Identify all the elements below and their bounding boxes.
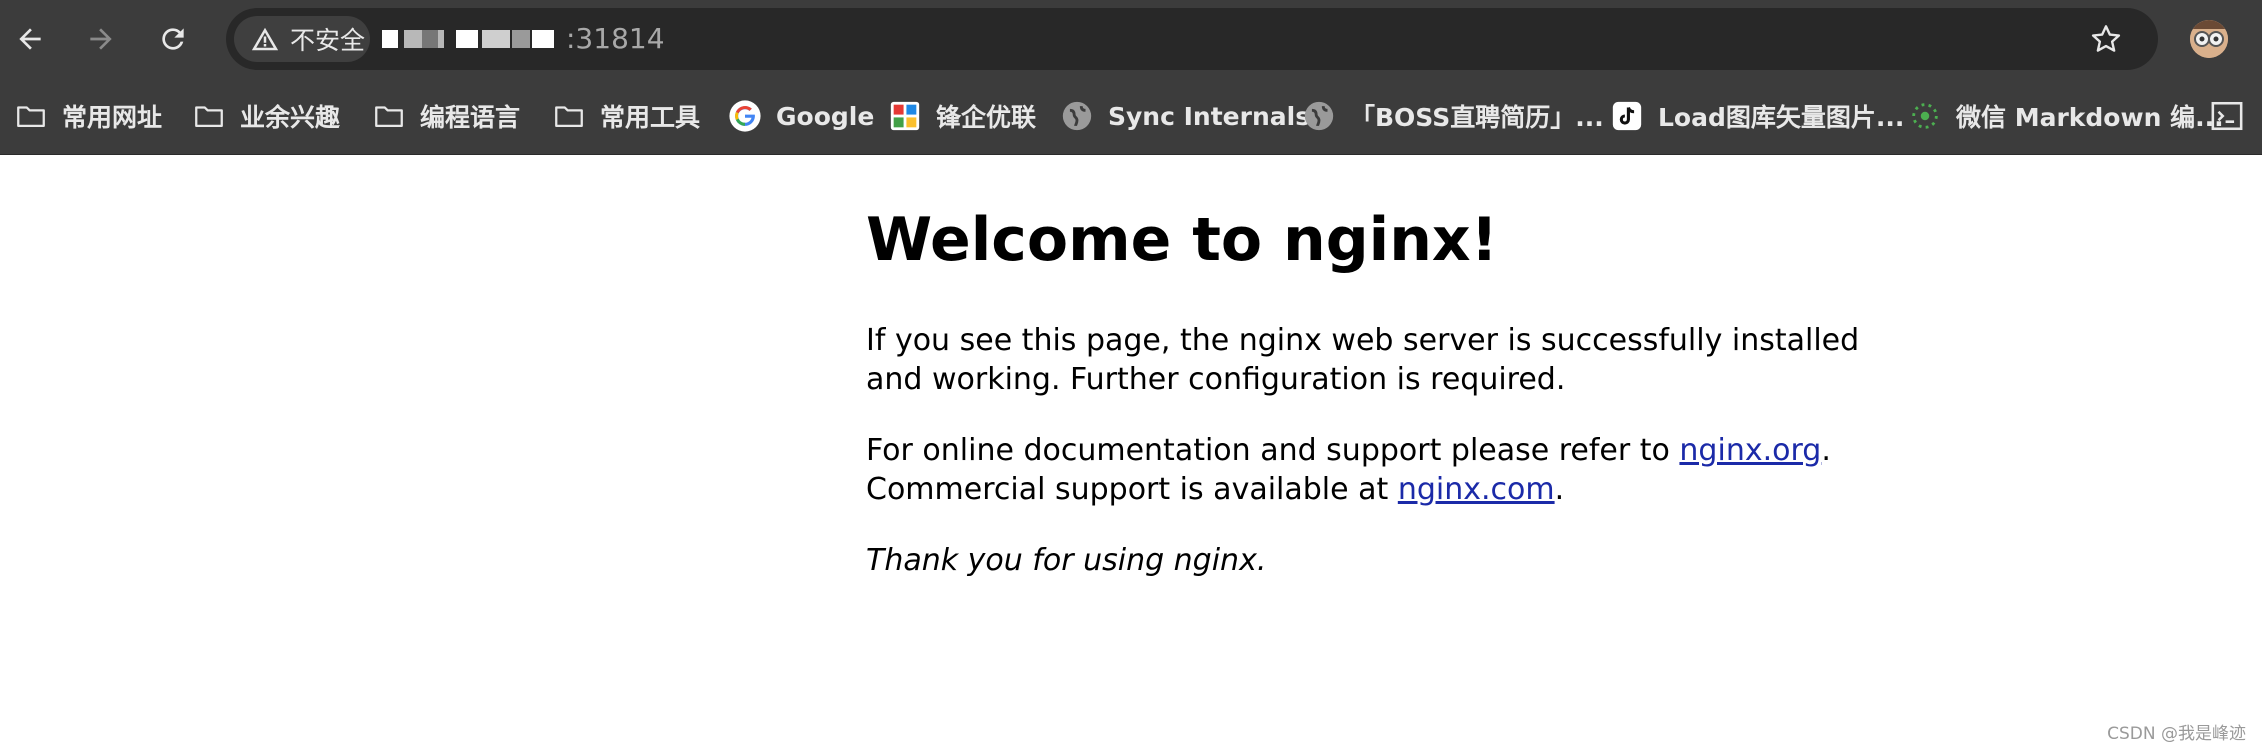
period-text: . — [1821, 433, 1831, 468]
bookmark-load-images[interactable]: Load图库矢量图片... — [1610, 90, 1904, 142]
nginx-com-link[interactable]: nginx.com — [1398, 472, 1555, 507]
bookmark-boss[interactable]: 「BOSS直聘简历」... — [1302, 90, 1604, 142]
globe-icon — [1060, 99, 1094, 133]
bookmark-star-button[interactable] — [2088, 21, 2124, 57]
avatar-icon — [2190, 20, 2228, 58]
bookmark-wechat-markdown[interactable]: 微信 Markdown 编... — [1908, 90, 2224, 142]
terminal-icon — [2210, 99, 2244, 133]
bookmark-label: 微信 Markdown 编... — [1956, 103, 2224, 132]
bookmark-label: Sync Internals — [1108, 101, 1311, 131]
bookmark-label: 编程语言 — [420, 103, 521, 132]
page-content: Welcome to nginx! If you see this page, … — [866, 200, 1886, 580]
google-icon — [728, 99, 762, 133]
commercial-text: Commercial support is available at — [866, 472, 1398, 507]
bookmark-fengqi[interactable]: 锋企优联 — [888, 90, 1036, 142]
intro-paragraph: If you see this page, the nginx web serv… — [866, 323, 1860, 397]
folder-icon — [14, 99, 48, 133]
period-text: . — [1554, 472, 1565, 507]
bookmark-sync-internals[interactable]: Sync Internals — [1060, 90, 1310, 142]
thanks-paragraph: Thank you for using nginx. — [866, 543, 1267, 578]
folder-icon — [372, 99, 406, 133]
watermark: CSDN @我是峰迹 — [2107, 724, 2246, 744]
docs-text: For online documentation and support ple… — [866, 433, 1680, 468]
security-indicator[interactable]: 不安全 — [234, 16, 370, 62]
globe-icon — [1302, 99, 1336, 133]
warning-triangle-icon — [251, 27, 279, 51]
bookmark-label: 常用工具 — [600, 103, 701, 132]
bookmark-folder-changyong[interactable]: 常用网址 — [14, 90, 162, 142]
bookmark-label: 「BOSS直聘简历」... — [1350, 103, 1604, 132]
profile-avatar[interactable] — [2190, 20, 2228, 58]
browser-toolbar: 不安全 :31814 — [0, 0, 2262, 78]
bookmark-folder-gongju[interactable]: 常用工具 — [552, 90, 700, 142]
site-logo-icon — [888, 99, 922, 133]
url-port: :31814 — [566, 22, 665, 55]
back-button[interactable] — [2, 11, 58, 67]
bookmark-folder-yeyu[interactable]: 业余兴趣 — [192, 90, 340, 142]
redacted-host — [382, 25, 566, 53]
arrow-right-icon — [90, 28, 112, 50]
dotted-circle-icon — [1908, 99, 1942, 133]
forward-button[interactable] — [73, 11, 129, 67]
page-heading: Welcome to nginx! — [866, 205, 1498, 275]
bookmark-terminal[interactable] — [2210, 90, 2258, 142]
bookmark-folder-biancheng[interactable]: 编程语言 — [372, 90, 520, 142]
bookmarks-bar: 常用网址 业余兴趣 编程语言 常用工具 Google 锋企优联 Sync Int… — [0, 78, 2262, 155]
star-outline-icon — [2091, 25, 2121, 52]
reload-icon — [162, 28, 184, 50]
bookmark-label: 业余兴趣 — [240, 103, 341, 132]
address-bar[interactable]: 不安全 :31814 — [226, 8, 2158, 70]
bookmark-label: 锋企优联 — [936, 103, 1037, 132]
bookmark-google[interactable]: Google — [728, 90, 874, 142]
nginx-org-link[interactable]: nginx.org — [1679, 433, 1821, 468]
security-label: 不安全 — [290, 26, 366, 55]
bookmark-label: 常用网址 — [62, 103, 163, 132]
folder-icon — [552, 99, 586, 133]
bookmark-label: Google — [776, 101, 875, 131]
reload-button[interactable] — [145, 11, 201, 67]
bookmark-label: Load图库矢量图片... — [1658, 103, 1905, 132]
arrow-left-icon — [19, 28, 41, 50]
folder-icon — [192, 99, 226, 133]
url-text[interactable]: :31814 — [382, 21, 665, 57]
tiktok-icon — [1610, 99, 1644, 133]
docs-paragraph: For online documentation and support ple… — [866, 431, 1886, 509]
